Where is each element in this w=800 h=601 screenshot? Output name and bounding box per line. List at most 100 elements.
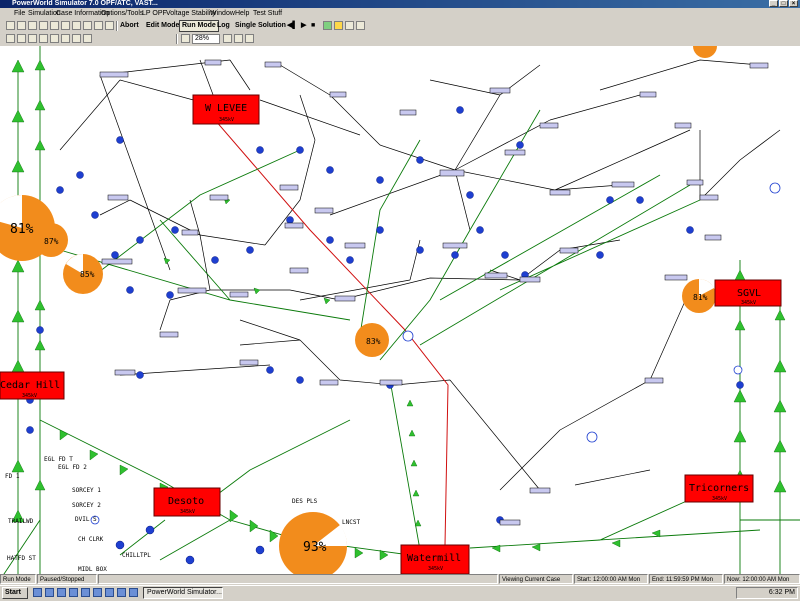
label-egl-fd-t: EGL FD T bbox=[44, 456, 73, 463]
svg-text:345kV: 345kV bbox=[712, 496, 727, 502]
zoom-icon[interactable] bbox=[181, 34, 190, 43]
oneline-canvas[interactable]: EGL FD T EGL FD 2 FD 1 SORCEY 1 SORCEY 2… bbox=[0, 46, 800, 574]
status-start: Start: 12:00:00 AM Mon bbox=[574, 574, 648, 584]
new-icon[interactable] bbox=[6, 21, 15, 30]
svg-text:87%: 87% bbox=[44, 237, 59, 246]
open-icon[interactable] bbox=[17, 21, 26, 30]
delete-icon[interactable] bbox=[83, 21, 92, 30]
zoom-fit-icon[interactable] bbox=[245, 34, 254, 43]
label-fd-1: FD 1 bbox=[5, 473, 20, 480]
flow-arrows-group bbox=[11, 59, 787, 561]
explorer-icon[interactable] bbox=[93, 588, 102, 597]
label-hatfd-st: HATFD ST bbox=[7, 555, 36, 562]
menu-window[interactable]: Window bbox=[210, 9, 235, 19]
label-sorcey-2: SORCEY 2 bbox=[72, 502, 101, 509]
minimize-button[interactable]: _ bbox=[769, 0, 778, 7]
status-state: Paused/Stopped bbox=[37, 574, 97, 584]
help-icon[interactable] bbox=[105, 21, 114, 30]
play-icon[interactable]: ▶ bbox=[301, 20, 306, 31]
line-icon[interactable] bbox=[39, 34, 48, 43]
outlook-icon[interactable] bbox=[45, 588, 54, 597]
label-chilltpl: CHILLTPL bbox=[122, 552, 151, 559]
svg-text:Desoto: Desoto bbox=[168, 496, 204, 507]
flow-icon[interactable] bbox=[334, 21, 343, 30]
close-button[interactable]: × bbox=[789, 0, 798, 7]
zoom-select[interactable]: 28% bbox=[192, 34, 220, 44]
menu-file[interactable]: File bbox=[14, 9, 25, 19]
oneline-icon[interactable] bbox=[345, 21, 354, 30]
bus-icon[interactable] bbox=[28, 34, 37, 43]
contour-icon[interactable] bbox=[323, 21, 332, 30]
pan-icon[interactable] bbox=[6, 34, 15, 43]
single-solution-button[interactable]: Single Solution bbox=[235, 20, 286, 31]
svg-text:81%: 81% bbox=[10, 222, 34, 237]
menu-lp-opf[interactable]: LP OPF bbox=[142, 9, 167, 19]
menu-voltage-stability[interactable]: Voltage Stability bbox=[166, 9, 216, 19]
bus-sgvl[interactable]: SGVL 345kV bbox=[714, 279, 782, 307]
cut-icon[interactable] bbox=[50, 21, 59, 30]
copy-icon[interactable] bbox=[61, 21, 70, 30]
taskbar-powerworld[interactable]: PowerWorld Simulator... bbox=[143, 587, 223, 599]
print-icon[interactable] bbox=[39, 21, 48, 30]
svg-text:83%: 83% bbox=[366, 337, 381, 346]
excel-icon[interactable] bbox=[81, 588, 90, 597]
svg-text:SGVL: SGVL bbox=[737, 288, 761, 299]
text-icon[interactable] bbox=[72, 34, 81, 43]
run-mode-button[interactable]: Run Mode bbox=[179, 20, 219, 32]
status-bar: Run Mode Paused/Stopped Viewing Current … bbox=[0, 574, 800, 584]
svg-text:W LEVEE: W LEVEE bbox=[205, 103, 247, 114]
bus-watermill[interactable]: Watermill 345kV bbox=[400, 544, 470, 574]
word-icon[interactable] bbox=[69, 588, 78, 597]
pie-sgvl: 81% bbox=[682, 279, 716, 313]
load-icon[interactable] bbox=[61, 34, 70, 43]
oneline-diagram: EGL FD T EGL FD 2 FD 1 SORCEY 1 SORCEY 2… bbox=[0, 46, 800, 574]
generator-icon[interactable] bbox=[50, 34, 59, 43]
stop-icon[interactable]: ■ bbox=[311, 20, 315, 31]
bus-cedar-hill[interactable]: Cedar Hill 345kV bbox=[0, 371, 65, 400]
zoom-in-icon[interactable] bbox=[223, 34, 232, 43]
svg-text:345kV: 345kV bbox=[428, 566, 443, 572]
maximize-button[interactable]: □ bbox=[779, 0, 788, 7]
step-back-icon[interactable]: ◀▌ bbox=[287, 20, 297, 31]
menu-test-stuff[interactable]: Test Stuff bbox=[253, 9, 282, 19]
svg-text:81%: 81% bbox=[693, 293, 708, 302]
window-title: PowerWorld Simulator 7.0 OPF/ATC, VAST..… bbox=[12, 0, 158, 7]
big-buses-group: W LEVEE 345kV Cedar Hill 345kV SGVL 345k… bbox=[0, 94, 782, 574]
toolbar-main: Abort Edit Mode Run Mode Log Single Solu… bbox=[0, 20, 800, 33]
desktop-icon[interactable] bbox=[57, 588, 66, 597]
save-icon[interactable] bbox=[28, 21, 37, 30]
log-button[interactable]: Log bbox=[217, 20, 230, 31]
grid-icon[interactable] bbox=[83, 34, 92, 43]
bus-w-levee[interactable]: W LEVEE 345kV bbox=[192, 94, 260, 125]
tools-icon[interactable] bbox=[356, 21, 365, 30]
bus-tricorners[interactable]: Tricorners 345kV bbox=[684, 474, 754, 503]
svg-text:Cedar Hill: Cedar Hill bbox=[0, 380, 60, 391]
app-icon[interactable] bbox=[105, 588, 114, 597]
taskbar: Start PowerWorld Simulator... 6:32 PM bbox=[0, 585, 800, 601]
ie-icon[interactable] bbox=[33, 588, 42, 597]
svg-text:93%: 93% bbox=[303, 540, 327, 555]
label-trailwd: TRAILWD bbox=[8, 518, 34, 525]
svg-text:85%: 85% bbox=[80, 270, 95, 279]
menu-bar: File Simulation Case Information Options… bbox=[0, 9, 800, 19]
menu-help[interactable]: Help bbox=[235, 9, 249, 19]
paste-icon[interactable] bbox=[72, 21, 81, 30]
start-button[interactable]: Start bbox=[2, 587, 28, 599]
zoom-out-icon[interactable] bbox=[234, 34, 243, 43]
edit-mode-button[interactable]: Edit Mode bbox=[146, 20, 179, 31]
status-mode: Run Mode bbox=[0, 574, 36, 584]
status-now: Now: 12:00:00 AM Mon bbox=[724, 574, 800, 584]
pie-west: 85% bbox=[63, 254, 103, 294]
abort-button[interactable]: Abort bbox=[120, 20, 139, 31]
app2-icon[interactable] bbox=[117, 588, 126, 597]
label-lncst: LNCST bbox=[342, 519, 360, 526]
menu-options-tools[interactable]: Options/Tools bbox=[101, 9, 143, 19]
bus-desoto[interactable]: Desoto 345kV bbox=[153, 487, 221, 517]
select-icon[interactable] bbox=[17, 34, 26, 43]
label-ch-clrk: CH CLRK bbox=[78, 536, 104, 543]
svg-text:Tricorners: Tricorners bbox=[689, 483, 749, 494]
svg-text:345kV: 345kV bbox=[22, 393, 37, 399]
app3-icon[interactable] bbox=[129, 588, 138, 597]
palette-icon[interactable] bbox=[94, 21, 103, 30]
status-end: End: 11:59:59 PM Mon bbox=[649, 574, 723, 584]
